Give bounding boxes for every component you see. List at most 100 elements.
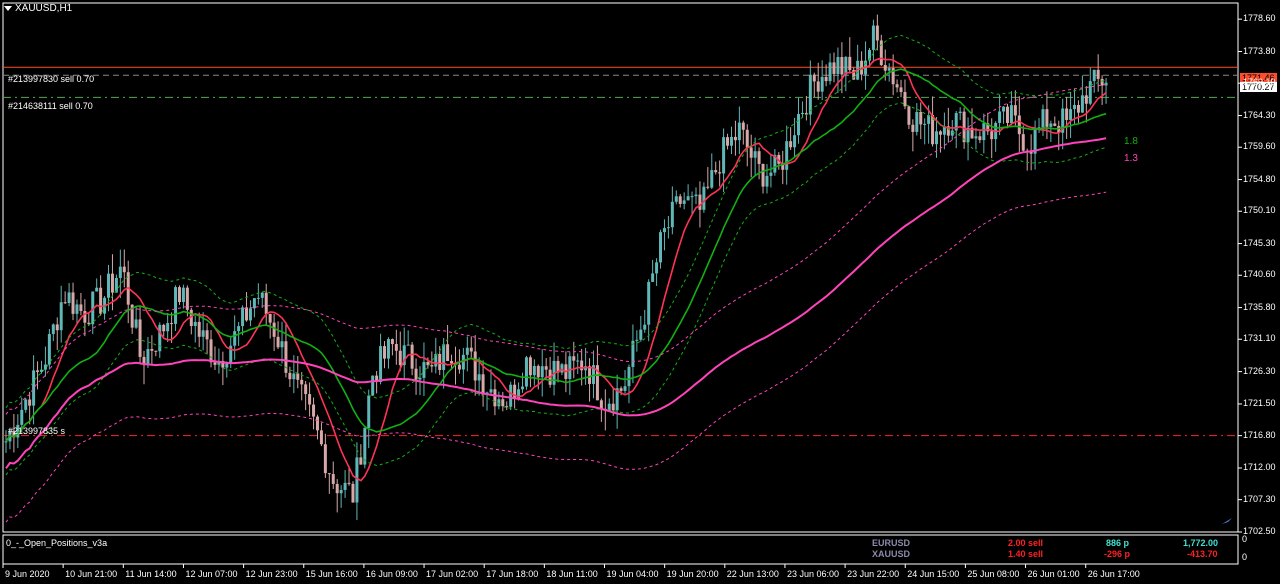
candle-body: [998, 111, 1002, 123]
candle-body: [304, 384, 308, 395]
candle-body: [446, 344, 450, 362]
chart-symbol: XAUUSD,H1: [15, 3, 73, 14]
candle-body: [1096, 69, 1100, 79]
candle-body: [351, 483, 355, 503]
candle-body: [442, 344, 446, 370]
candle-body: [666, 227, 670, 229]
time-label: 17 Jun 18:00: [486, 569, 539, 579]
candle-body: [733, 136, 737, 141]
candle-body: [690, 196, 694, 198]
candle-body: [588, 366, 592, 384]
candle-body: [509, 384, 513, 407]
candle-body: [816, 81, 820, 92]
candle-body: [938, 131, 942, 135]
candle-body: [438, 353, 442, 370]
candle-body: [674, 196, 678, 202]
candle-body: [540, 366, 544, 378]
candle-body: [528, 357, 532, 376]
time-label: 23 Jun 22:00: [847, 569, 900, 579]
candle-body: [828, 62, 832, 82]
candle-body: [430, 365, 434, 367]
candle-body: [619, 388, 623, 391]
candle-body: [497, 399, 501, 407]
candle-body: [974, 136, 978, 139]
candle-body: [572, 356, 576, 361]
price-chart[interactable]: [0, 0, 1280, 584]
candle-body: [331, 474, 335, 484]
candle-body: [1092, 69, 1096, 82]
time-label: 18 Jun 11:00: [546, 569, 598, 579]
candle-body: [315, 416, 319, 431]
candle-body: [209, 339, 213, 363]
candle-body: [177, 287, 181, 303]
candle-body: [237, 326, 241, 332]
candle-body: [110, 273, 114, 293]
candle-body: [576, 360, 580, 362]
price-label: 1735.80: [1243, 301, 1276, 312]
candle-body: [1017, 115, 1021, 135]
candle-body: [248, 308, 252, 321]
time-label: 17 Jun 02:00: [426, 569, 479, 579]
order-label-2: #214638111 sell 0.70: [8, 101, 93, 111]
candle-body: [887, 68, 891, 71]
position-profit-1: 1,772.00: [1183, 538, 1219, 548]
candle-body: [950, 130, 954, 136]
candle-body: [79, 304, 83, 312]
price-label: 1754.80: [1243, 173, 1276, 184]
candle-body: [47, 334, 51, 365]
candle-body: [323, 444, 327, 474]
candle-body: [292, 373, 296, 380]
price-label: 1712.00: [1243, 461, 1276, 472]
pink-ma-label: 1.3: [1124, 153, 1138, 164]
candle-body: [820, 76, 824, 92]
chart-menu-triangle-icon[interactable]: [4, 6, 12, 11]
price-label: 1731.10: [1243, 333, 1276, 344]
candle-body: [1084, 95, 1088, 104]
price-label: 1745.30: [1243, 237, 1276, 248]
indicator-axis-bottom: 0: [1242, 552, 1248, 562]
candle-body: [800, 112, 804, 115]
candle-body: [532, 365, 536, 376]
time-label: 10 Jun 21:00: [65, 569, 118, 579]
candle-body: [150, 349, 154, 351]
candle-body: [339, 489, 343, 494]
candle-body: [962, 111, 966, 143]
candle-body: [935, 131, 939, 145]
candle-body: [201, 330, 205, 337]
time-label: 26 Jun 01:00: [1027, 569, 1080, 579]
candle-body: [883, 65, 887, 71]
price-label: 1778.60: [1243, 13, 1276, 24]
candle-body: [146, 349, 150, 366]
candle-body: [414, 368, 418, 380]
candle-body: [682, 200, 686, 204]
candle-body: [367, 395, 371, 428]
candle-body: [319, 430, 323, 445]
candle-body: [745, 129, 749, 148]
candle-body: [694, 194, 698, 197]
candle-body: [280, 341, 284, 348]
candle-body: [371, 375, 375, 396]
candle-body: [493, 389, 497, 407]
candle-body: [903, 92, 907, 107]
candle-body: [1002, 106, 1006, 112]
candle-body: [749, 147, 753, 158]
candle-body: [737, 122, 741, 141]
candle-body: [544, 366, 548, 370]
candle-body: [260, 292, 264, 298]
candle-body: [4, 441, 8, 443]
positions-table: EURUSD 2.00 sell 886 p 1,772.00 XAUUSD 1…: [0, 538, 1240, 562]
price-label: 1702.50: [1243, 526, 1276, 536]
candle-body: [769, 172, 773, 176]
candle-body: [166, 323, 170, 332]
chart-header[interactable]: XAUUSD,H1: [4, 3, 72, 14]
candle-body: [213, 362, 217, 365]
candle-body: [757, 151, 761, 164]
time-label: 16 Jun 09:00: [365, 569, 418, 579]
price-label: 1764.30: [1243, 109, 1276, 120]
candle-body: [67, 292, 71, 304]
price-label: 1759.60: [1243, 141, 1276, 152]
pink-band-lower: [5, 191, 1107, 523]
position-lots-2: 1.40 sell: [1008, 549, 1044, 559]
candle-body: [907, 106, 911, 125]
candle-body: [465, 347, 469, 355]
